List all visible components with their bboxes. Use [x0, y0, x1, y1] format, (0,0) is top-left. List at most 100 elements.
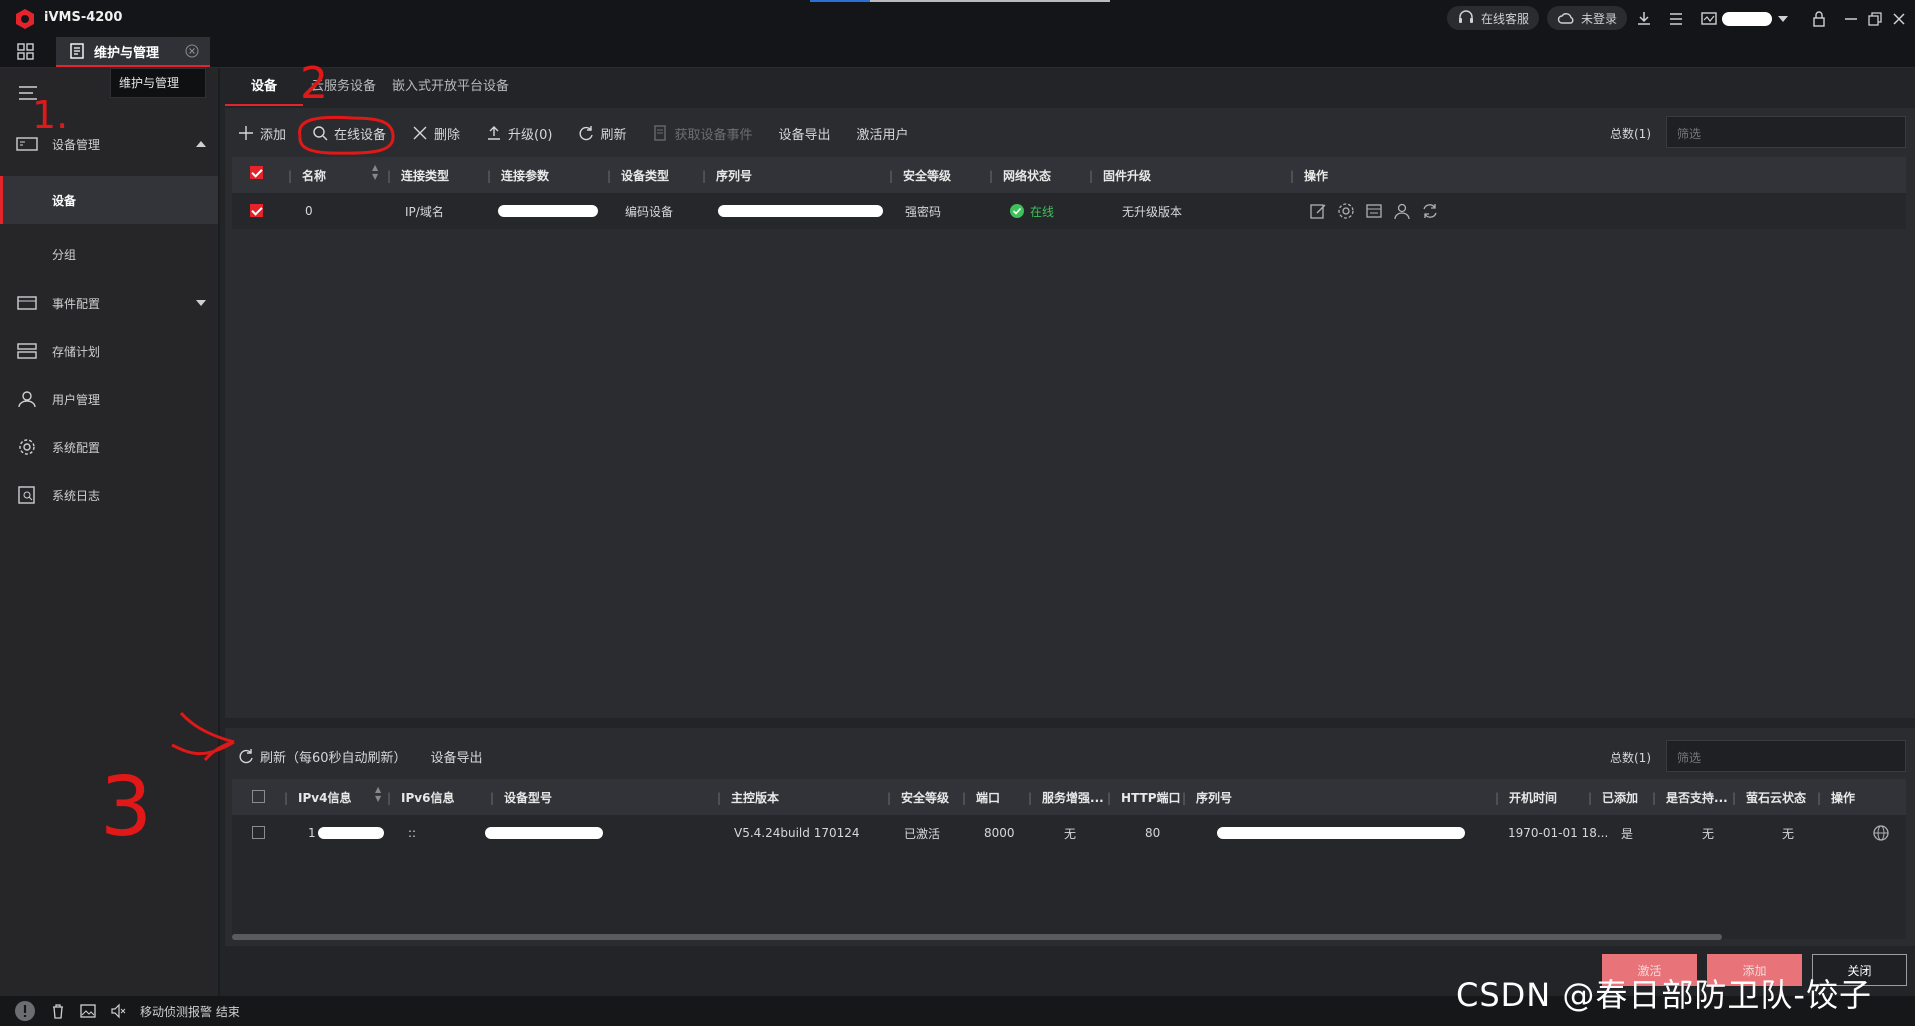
cloud-icon: [1557, 13, 1574, 24]
cell-security: 已激活: [904, 826, 941, 841]
online-device-button[interactable]: 在线设备: [312, 124, 386, 143]
settings-icon[interactable]: [1337, 202, 1355, 220]
monitor-icon[interactable]: [1700, 10, 1718, 28]
export-label: 设备导出: [778, 127, 831, 143]
delete-button[interactable]: 删除: [412, 124, 460, 143]
add-button[interactable]: 添加: [238, 124, 286, 143]
horizontal-scrollbar[interactable]: [232, 934, 1722, 940]
chevron-up-icon: [196, 141, 206, 147]
sidebar-item-label: 用户管理: [52, 392, 101, 407]
col-enhance: | 服务增强...: [1028, 790, 1104, 805]
col-http-port: | HTTP端口: [1107, 790, 1181, 805]
select-all-checkbox[interactable]: [250, 166, 263, 179]
activate-user-button[interactable]: 激活用户: [857, 124, 909, 143]
row-checkbox[interactable]: [250, 204, 263, 217]
table-row[interactable]: 0 IP/域名 编码设备 强密码 在线 无升级版本: [232, 193, 1906, 229]
online-export-button[interactable]: 设备导出: [431, 747, 483, 766]
get-events-button[interactable]: 获取设备事件: [652, 124, 753, 143]
sidebar-item-event-config[interactable]: 事件配置: [0, 279, 218, 327]
minimize-icon[interactable]: [1842, 10, 1860, 28]
app-title: iVMS-4200: [44, 10, 123, 25]
col-serial: | 序列号: [1182, 790, 1233, 805]
document-icon: [70, 43, 84, 59]
sort-icon[interactable]: ▲ ▼: [375, 785, 381, 803]
col-ezviz: | 萤石云状态: [1732, 790, 1807, 805]
user-menu-chevron-down-icon[interactable]: [1778, 16, 1788, 22]
online-row-checkbox[interactable]: [252, 826, 265, 839]
close-icon[interactable]: [1890, 10, 1908, 28]
online-select-all-checkbox[interactable]: [252, 790, 265, 803]
cell-online-status: 在线: [1010, 203, 1054, 220]
tab-cloud-device[interactable]: 云服务设备: [303, 68, 384, 106]
online-filter-input[interactable]: 筛选: [1666, 740, 1906, 772]
refresh-button[interactable]: 刷新: [578, 124, 626, 143]
user-icon[interactable]: [1393, 202, 1411, 220]
gear-icon: [19, 439, 35, 455]
event-doc-icon: [654, 125, 667, 141]
col-dev-type: | 设备类型: [607, 168, 670, 183]
sidebar-item-label: 设备管理: [52, 137, 101, 152]
redacted-serial: [718, 205, 883, 217]
upgrade-button[interactable]: 升级(0): [486, 124, 552, 143]
cloud-login-button[interactable]: 未登录: [1547, 6, 1628, 30]
username-redacted: [1722, 12, 1772, 26]
remote-config-icon[interactable]: [1365, 202, 1383, 220]
tab-maintenance[interactable]: 维护与管理: [56, 37, 210, 67]
globe-icon[interactable]: [1872, 824, 1890, 842]
add-label: 添加: [260, 127, 287, 143]
col-added: | 已添加: [1588, 790, 1639, 805]
mute-icon[interactable]: [110, 1003, 126, 1019]
total-count: 总数(1): [1610, 127, 1651, 141]
list-icon[interactable]: [1667, 10, 1685, 28]
warning-icon[interactable]: [14, 1001, 36, 1021]
cell-firmware: 无升级版本: [1122, 204, 1183, 219]
trash-icon[interactable]: [50, 1003, 66, 1019]
sidebar: 设备管理 设备 分组 事件配置 存储计划 用户管理 系统配置 系统日志: [0, 68, 219, 996]
sidebar-item-user-management[interactable]: 用户管理: [0, 375, 218, 423]
restore-icon[interactable]: [1866, 10, 1884, 28]
tab-device[interactable]: 设备: [225, 68, 304, 106]
edit-icon[interactable]: [1309, 202, 1327, 220]
redacted-model: [485, 827, 603, 839]
col-model: | 设备型号: [490, 790, 553, 805]
sidebar-item-label: 分组: [52, 247, 77, 262]
log-icon: [18, 486, 35, 504]
device-filter-input[interactable]: 筛选: [1666, 116, 1906, 148]
sidebar-item-device-management[interactable]: 设备管理: [0, 120, 218, 168]
sidebar-item-system-config[interactable]: 系统配置: [0, 423, 218, 471]
activate-user-label: 激活用户: [856, 127, 909, 143]
plus-icon: [239, 126, 253, 140]
sort-icon[interactable]: ▲ ▼: [372, 163, 378, 181]
device-manage-icon: [16, 137, 38, 151]
online-export-label: 设备导出: [430, 750, 483, 766]
sidebar-item-system-log[interactable]: 系统日志: [0, 471, 218, 519]
cell-added: 是: [1621, 826, 1634, 841]
refresh-icon: [239, 749, 253, 764]
lock-icon[interactable]: [1810, 10, 1828, 28]
col-firmware: | 固件升级: [1089, 168, 1152, 183]
tab-bar: [0, 36, 1915, 68]
hamburger-icon[interactable]: [18, 85, 38, 101]
refresh-label: 刷新: [600, 127, 627, 143]
online-refresh-button[interactable]: 刷新（每60秒自动刷新）: [238, 747, 407, 766]
tab-close-icon[interactable]: [185, 44, 199, 58]
table-row[interactable]: 1 :: V5.4.24build 170124 已激活 8000 无 80 1…: [232, 815, 1906, 851]
sidebar-item-group[interactable]: 分组: [0, 230, 218, 278]
online-support-button[interactable]: 在线客服: [1447, 6, 1540, 30]
tab-embedded-device[interactable]: 嵌入式开放平台设备: [384, 68, 517, 106]
image-icon[interactable]: [80, 1003, 96, 1019]
download-icon[interactable]: [1635, 10, 1653, 28]
col-net-status: | 网络状态: [989, 168, 1052, 183]
grid-menu-icon[interactable]: [16, 42, 36, 62]
online-toolbar: 刷新（每60秒自动刷新） 设备导出: [238, 746, 483, 766]
sync-icon[interactable]: [1421, 202, 1439, 220]
delete-x-icon: [413, 126, 427, 140]
col-security: | 安全等级: [889, 168, 952, 183]
export-button[interactable]: 设备导出: [779, 124, 831, 143]
device-toolbar: 添加 在线设备 删除 升级(0) 刷新 获取设备事件 设备导出 激活用户: [238, 122, 909, 144]
col-ipv6: | IPv6信息: [387, 790, 455, 805]
sidebar-item-storage[interactable]: 存储计划: [0, 327, 218, 375]
sidebar-item-device[interactable]: 设备: [0, 176, 218, 224]
app-logo-icon: [16, 9, 34, 29]
online-refresh-label: 刷新（每60秒自动刷新）: [260, 750, 407, 766]
